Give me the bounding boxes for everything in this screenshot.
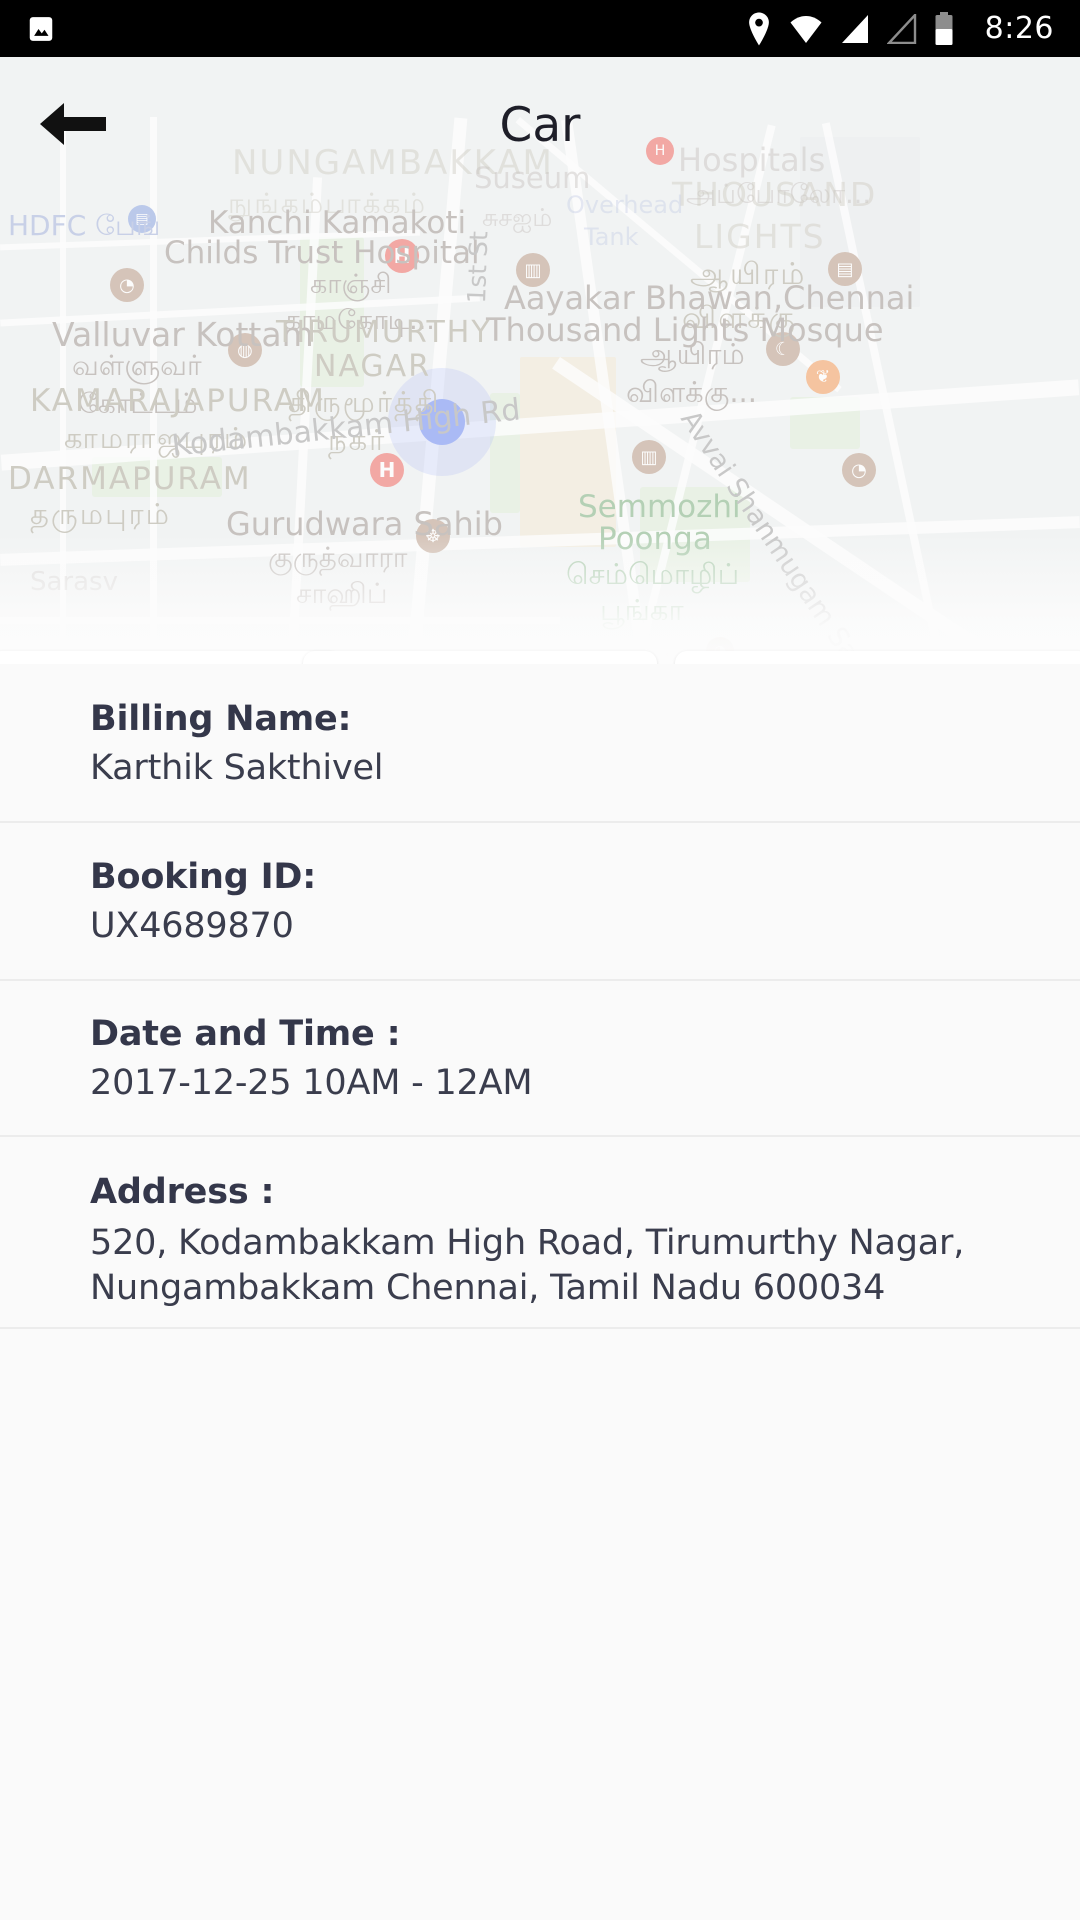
divider: [0, 1327, 1080, 1329]
current-location-dot: [419, 399, 465, 445]
status-bar-left: [26, 14, 56, 44]
booking-id-value: UX4689870: [90, 906, 294, 946]
date-time-label: Date and Time :: [90, 1014, 401, 1054]
billing-name-value: Karthik Sakthivel: [90, 748, 384, 788]
status-bar: 8:26: [0, 0, 1080, 57]
app-screen: 8:26 H H ▤ ◔ ◍ ▥ ▥ ☾ ❦ ▤ ◔ ☸ H NUNGAMBAK…: [0, 0, 1080, 1920]
hospital-pin-icon: H: [370, 453, 404, 487]
image-icon: [26, 14, 56, 44]
restaurant-pin-icon: ❦: [806, 360, 840, 394]
status-bar-right: 8:26: [746, 11, 1054, 46]
divider: [0, 821, 1080, 823]
museum-pin-icon: ▥: [632, 440, 666, 474]
page-title: Car: [499, 98, 581, 153]
battery-icon: [934, 11, 954, 46]
temple-pin-icon: ☸: [416, 519, 450, 553]
location-pin-icon: [746, 12, 772, 46]
wifi-icon: [789, 14, 823, 44]
signal-bars-icon: [840, 14, 870, 44]
poi-pin-icon: ▤: [828, 252, 862, 286]
signal-bars-empty-icon: [886, 13, 917, 44]
billing-name-label: Billing Name:: [90, 699, 352, 739]
bank-pin-icon: ▤: [128, 205, 156, 233]
museum-pin-icon: ▥: [516, 253, 550, 287]
divider: [0, 979, 1080, 981]
mosque-pin-icon: ☾: [766, 332, 800, 366]
address-value: 520, Kodambakkam High Road, Tirumurthy N…: [90, 1223, 965, 1308]
hospital-pin-icon: H: [385, 239, 419, 273]
date-time-value: 2017-12-25 10AM - 12AM: [90, 1063, 533, 1103]
poi-pin-icon: ◍: [228, 333, 262, 367]
status-bar-clock: 8:26: [984, 11, 1054, 46]
poi-pin-icon: ◔: [110, 268, 144, 302]
address-label: Address :: [90, 1172, 275, 1212]
booking-id-label: Booking ID:: [90, 857, 317, 897]
divider: [0, 1135, 1080, 1137]
poi-pin-icon: ◔: [842, 453, 876, 487]
booking-details-panel: Billing Name: Karthik Sakthivel Booking …: [0, 664, 1080, 1920]
